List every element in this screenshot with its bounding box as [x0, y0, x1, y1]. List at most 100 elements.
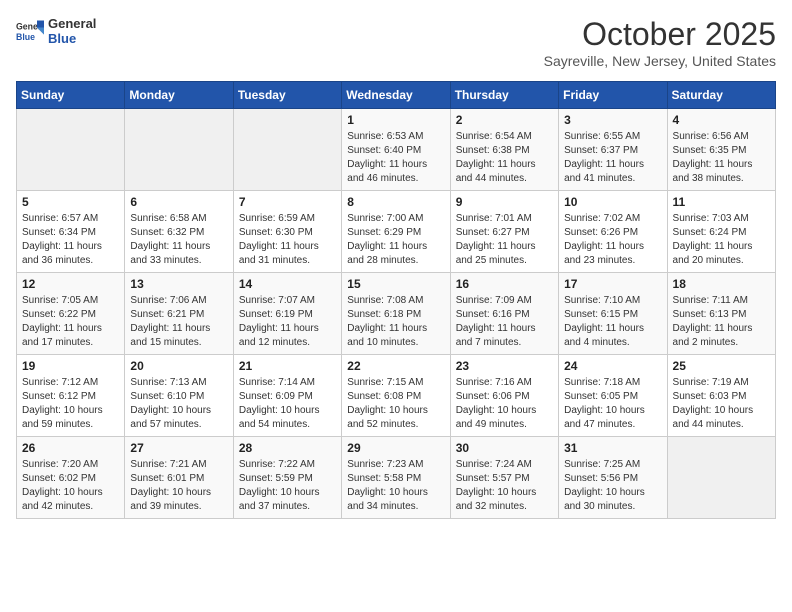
- day-number: 14: [239, 277, 336, 291]
- day-info: Sunrise: 7:19 AMSunset: 6:03 PMDaylight:…: [673, 376, 770, 432]
- calendar-cell: 25 Sunrise: 7:19 AMSunset: 6:03 PMDayligh…: [667, 355, 775, 437]
- day-info: Sunrise: 6:53 AMSunset: 6:40 PMDaylight:…: [347, 130, 444, 186]
- calendar-cell: 15 Sunrise: 7:08 AMSunset: 6:18 PMDayligh…: [342, 273, 450, 355]
- day-info: Sunrise: 6:59 AMSunset: 6:30 PMDaylight:…: [239, 212, 336, 268]
- header-day-tuesday: Tuesday: [233, 82, 341, 109]
- calendar-cell: 20Sunrise: 7:13 AMSunset: 6:10 PMDayligh…: [125, 355, 233, 437]
- day-number: 9: [456, 195, 553, 209]
- day-info: Sunrise: 6:55 AMSunset: 6:37 PMDaylight:…: [564, 130, 661, 186]
- calendar-cell: 11Sunrise: 7:03 AMSunset: 6:24 PMDayligh…: [667, 191, 775, 273]
- day-info: Sunrise: 7:13 AMSunset: 6:10 PMDaylight:…: [130, 376, 227, 432]
- day-number: 17: [564, 277, 661, 291]
- day-info: Sunrise: 7:06 AMSunset: 6:21 PMDaylight:…: [130, 294, 227, 350]
- calendar-cell: 2 Sunrise: 6:54 AMSunset: 6:38 PMDaylight…: [450, 109, 558, 191]
- day-number: 27: [130, 441, 227, 455]
- week-row-2: 12 Sunrise: 7:05 AMSunset: 6:22 PMDayligh…: [17, 273, 776, 355]
- day-number: 7: [239, 195, 336, 209]
- day-info: Sunrise: 7:22 AMSunset: 5:59 PMDaylight:…: [239, 458, 336, 514]
- day-number: 11: [673, 195, 770, 209]
- calendar-cell: 1 Sunrise: 6:53 AMSunset: 6:40 PMDaylight…: [342, 109, 450, 191]
- day-info: Sunrise: 7:11 AMSunset: 6:13 PMDaylight:…: [673, 294, 770, 350]
- day-number: 19: [22, 359, 119, 373]
- calendar-cell: 5Sunrise: 6:57 AMSunset: 6:34 PMDaylight…: [17, 191, 125, 273]
- calendar-cell: 8Sunrise: 7:00 AMSunset: 6:29 PMDaylight…: [342, 191, 450, 273]
- day-number: 18: [673, 277, 770, 291]
- header-day-saturday: Saturday: [667, 82, 775, 109]
- logo-general-text: General: [48, 16, 96, 31]
- day-number: 25: [673, 359, 770, 373]
- day-info: Sunrise: 7:23 AMSunset: 5:58 PMDaylight:…: [347, 458, 444, 514]
- day-info: Sunrise: 7:02 AMSunset: 6:26 PMDaylight:…: [564, 212, 661, 268]
- day-number: 30: [456, 441, 553, 455]
- day-number: 4: [673, 113, 770, 127]
- day-info: Sunrise: 7:20 AMSunset: 6:02 PMDaylight:…: [22, 458, 119, 514]
- day-number: 8: [347, 195, 444, 209]
- day-info: Sunrise: 7:15 AMSunset: 6:08 PMDaylight:…: [347, 376, 444, 432]
- day-number: 12: [22, 277, 119, 291]
- calendar-cell: 16 Sunrise: 7:09 AMSunset: 6:16 PMDayligh…: [450, 273, 558, 355]
- day-info: Sunrise: 7:25 AMSunset: 5:56 PMDaylight:…: [564, 458, 661, 514]
- calendar-cell: 9Sunrise: 7:01 AMSunset: 6:27 PMDaylight…: [450, 191, 558, 273]
- title-section: October 2025 Sayreville, New Jersey, Uni…: [544, 16, 776, 69]
- header-day-monday: Monday: [125, 82, 233, 109]
- day-info: Sunrise: 7:05 AMSunset: 6:22 PMDaylight:…: [22, 294, 119, 350]
- calendar-cell: 27 Sunrise: 7:21 AMSunset: 6:01 PMDayligh…: [125, 437, 233, 519]
- week-row-3: 19 Sunrise: 7:12 AMSunset: 6:12 PMDayligh…: [17, 355, 776, 437]
- day-info: Sunrise: 7:16 AMSunset: 6:06 PMDaylight:…: [456, 376, 553, 432]
- day-number: 2: [456, 113, 553, 127]
- calendar-cell: 22 Sunrise: 7:15 AMSunset: 6:08 PMDayligh…: [342, 355, 450, 437]
- day-number: 21: [239, 359, 336, 373]
- calendar-cell: 24Sunrise: 7:18 AMSunset: 6:05 PMDayligh…: [559, 355, 667, 437]
- week-row-0: 1 Sunrise: 6:53 AMSunset: 6:40 PMDaylight…: [17, 109, 776, 191]
- day-info: Sunrise: 7:10 AMSunset: 6:15 PMDaylight:…: [564, 294, 661, 350]
- day-number: 31: [564, 441, 661, 455]
- calendar-cell: 13 Sunrise: 7:06 AMSunset: 6:21 PMDayligh…: [125, 273, 233, 355]
- day-info: Sunrise: 7:07 AMSunset: 6:19 PMDaylight:…: [239, 294, 336, 350]
- calendar-cell: 18 Sunrise: 7:11 AMSunset: 6:13 PMDayligh…: [667, 273, 775, 355]
- header-day-thursday: Thursday: [450, 82, 558, 109]
- calendar-cell: 14 Sunrise: 7:07 AMSunset: 6:19 PMDayligh…: [233, 273, 341, 355]
- day-info: Sunrise: 7:12 AMSunset: 6:12 PMDaylight:…: [22, 376, 119, 432]
- day-number: 15: [347, 277, 444, 291]
- week-row-4: 26 Sunrise: 7:20 AMSunset: 6:02 PMDayligh…: [17, 437, 776, 519]
- day-number: 29: [347, 441, 444, 455]
- header-day-sunday: Sunday: [17, 82, 125, 109]
- calendar-cell: 4 Sunrise: 6:56 AMSunset: 6:35 PMDaylight…: [667, 109, 775, 191]
- day-number: 23: [456, 359, 553, 373]
- calendar-cell: 28Sunrise: 7:22 AMSunset: 5:59 PMDayligh…: [233, 437, 341, 519]
- calendar-cell: 21 Sunrise: 7:14 AMSunset: 6:09 PMDayligh…: [233, 355, 341, 437]
- day-number: 5: [22, 195, 119, 209]
- calendar-cell: 26 Sunrise: 7:20 AMSunset: 6:02 PMDayligh…: [17, 437, 125, 519]
- calendar-cell: 29 Sunrise: 7:23 AMSunset: 5:58 PMDayligh…: [342, 437, 450, 519]
- day-info: Sunrise: 7:09 AMSunset: 6:16 PMDaylight:…: [456, 294, 553, 350]
- header-day-wednesday: Wednesday: [342, 82, 450, 109]
- calendar-cell: [125, 109, 233, 191]
- calendar-cell: 3 Sunrise: 6:55 AMSunset: 6:37 PMDaylight…: [559, 109, 667, 191]
- day-number: 22: [347, 359, 444, 373]
- calendar-cell: 23 Sunrise: 7:16 AMSunset: 6:06 PMDayligh…: [450, 355, 558, 437]
- calendar-cell: 31 Sunrise: 7:25 AMSunset: 5:56 PMDayligh…: [559, 437, 667, 519]
- day-info: Sunrise: 7:18 AMSunset: 6:05 PMDaylight:…: [564, 376, 661, 432]
- logo-blue-text: Blue: [48, 31, 96, 46]
- calendar-cell: 30 Sunrise: 7:24 AMSunset: 5:57 PMDayligh…: [450, 437, 558, 519]
- day-number: 13: [130, 277, 227, 291]
- calendar-cell: 17 Sunrise: 7:10 AMSunset: 6:15 PMDayligh…: [559, 273, 667, 355]
- calendar-cell: 10Sunrise: 7:02 AMSunset: 6:26 PMDayligh…: [559, 191, 667, 273]
- calendar-title: October 2025: [544, 16, 776, 53]
- calendar-cell: 12 Sunrise: 7:05 AMSunset: 6:22 PMDayligh…: [17, 273, 125, 355]
- day-info: Sunrise: 7:08 AMSunset: 6:18 PMDaylight:…: [347, 294, 444, 350]
- day-number: 1: [347, 113, 444, 127]
- logo: General Blue General Blue: [16, 16, 96, 46]
- day-info: Sunrise: 7:21 AMSunset: 6:01 PMDaylight:…: [130, 458, 227, 514]
- day-info: Sunrise: 6:56 AMSunset: 6:35 PMDaylight:…: [673, 130, 770, 186]
- day-number: 16: [456, 277, 553, 291]
- day-info: Sunrise: 7:14 AMSunset: 6:09 PMDaylight:…: [239, 376, 336, 432]
- week-row-1: 5Sunrise: 6:57 AMSunset: 6:34 PMDaylight…: [17, 191, 776, 273]
- day-number: 26: [22, 441, 119, 455]
- day-number: 3: [564, 113, 661, 127]
- svg-text:Blue: Blue: [16, 32, 35, 42]
- calendar-cell: [17, 109, 125, 191]
- day-info: Sunrise: 6:54 AMSunset: 6:38 PMDaylight:…: [456, 130, 553, 186]
- day-number: 6: [130, 195, 227, 209]
- day-info: Sunrise: 7:24 AMSunset: 5:57 PMDaylight:…: [456, 458, 553, 514]
